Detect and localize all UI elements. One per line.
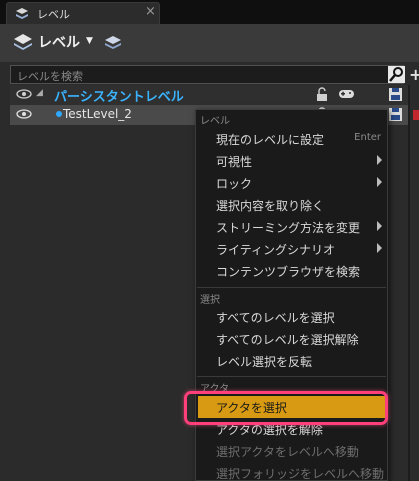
tab-levels[interactable]: レベル × xyxy=(6,2,160,24)
menu-item-select-all-levels[interactable]: すべてのレベルを選択 xyxy=(196,306,387,328)
level-details-icon[interactable] xyxy=(104,34,122,50)
submenu-arrow-icon xyxy=(377,155,382,165)
submenu-arrow-icon xyxy=(377,221,382,231)
tab-title: レベル xyxy=(37,8,70,21)
submenu-arrow-icon xyxy=(377,243,382,253)
level-row-persistent[interactable]: ◢ パーシスタントレベル xyxy=(10,85,410,105)
expand-arrow-icon[interactable]: ◢ xyxy=(36,88,43,98)
gamepad-icon[interactable] xyxy=(338,88,355,100)
menu-item-set-current-level[interactable]: 現在のレベルに設定 Enter xyxy=(196,128,387,150)
menu-separator xyxy=(197,287,386,288)
levels-icon[interactable] xyxy=(12,32,34,52)
search-input[interactable]: レベルを検索 xyxy=(10,65,405,84)
unlock-icon[interactable] xyxy=(316,87,328,102)
menu-item-visibility[interactable]: 可視性 xyxy=(196,150,387,172)
context-menu: レベル 現在のレベルに設定 Enter 可視性 ロック 選択内容を取り除く スト… xyxy=(195,109,388,481)
menu-item-label: レベル選択を反転 xyxy=(216,355,313,369)
submenu-arrow-icon xyxy=(377,177,382,187)
menu-item-label: 現在のレベルに設定 xyxy=(216,133,325,147)
menu-item-label: ライティングシナリオ xyxy=(216,243,336,257)
section-select-header: 選択 xyxy=(200,295,220,306)
chevron-down-icon[interactable]: ▼ xyxy=(86,36,93,46)
save-icon[interactable] xyxy=(388,87,403,102)
menu-item-move-actors-to-level: 選択アクタをレベルへ移動 xyxy=(196,440,387,462)
eye-icon[interactable] xyxy=(16,108,32,120)
menu-item-label: 選択アクタをレベルへ移動 xyxy=(216,445,359,459)
search-placeholder: レベルを検索 xyxy=(17,70,83,83)
levels-icon xyxy=(16,8,28,19)
menu-separator xyxy=(197,376,386,377)
menu-item-invert-selection[interactable]: レベル選択を反転 xyxy=(196,350,387,372)
search-icon xyxy=(389,67,403,82)
menu-item-label: すべてのレベルを選択 xyxy=(216,311,335,325)
eye-icon[interactable] xyxy=(16,88,32,100)
menu-item-move-foliage-to-level: 選択フォリッジをレベルへ移動 xyxy=(196,462,387,481)
column-divider xyxy=(408,85,410,481)
level-color-swatch xyxy=(413,110,419,120)
close-icon[interactable]: × xyxy=(145,4,156,19)
menu-item-label: 選択内容を取り除く xyxy=(216,199,325,213)
menu-item-deselect-all-levels[interactable]: すべてのレベルを選択解除 xyxy=(196,328,387,350)
sublevel-name: TestLevel_2 xyxy=(63,107,132,121)
persistent-level-name: パーシスタントレベル xyxy=(54,90,184,105)
menu-item-remove-selected[interactable]: 選択内容を取り除く xyxy=(196,194,387,216)
menu-item-shortcut: Enter xyxy=(354,132,381,143)
menu-item-lighting-scenario[interactable]: ライティングシナリオ xyxy=(196,238,387,260)
menu-item-label: 選択フォリッジをレベルへ移動 xyxy=(216,467,385,481)
menu-item-lock[interactable]: ロック xyxy=(196,172,387,194)
toolbar: レベル ▼ xyxy=(0,24,419,62)
add-level-button[interactable]: + xyxy=(409,65,419,84)
menu-item-label: コンテンツブラウザを検索 xyxy=(216,265,361,279)
menu-item-label: 可視性 xyxy=(216,155,253,169)
highlight-callout-frame xyxy=(184,391,388,425)
levels-menu-button[interactable]: レベル xyxy=(38,32,80,52)
search-button[interactable] xyxy=(388,66,405,83)
section-level-header: レベル xyxy=(200,116,230,127)
menu-item-label: ストリーミング方法を変更 xyxy=(216,221,361,235)
menu-item-change-streaming[interactable]: ストリーミング方法を変更 xyxy=(196,216,387,238)
menu-item-label: ロック xyxy=(216,177,253,191)
menu-item-label: すべてのレベルを選択解除 xyxy=(216,333,359,347)
save-icon[interactable] xyxy=(388,107,403,122)
level-color-dot xyxy=(56,111,62,117)
tab-bar: レベル × xyxy=(0,0,419,24)
menu-item-find-in-content-browser[interactable]: コンテンツブラウザを検索 xyxy=(196,260,387,282)
